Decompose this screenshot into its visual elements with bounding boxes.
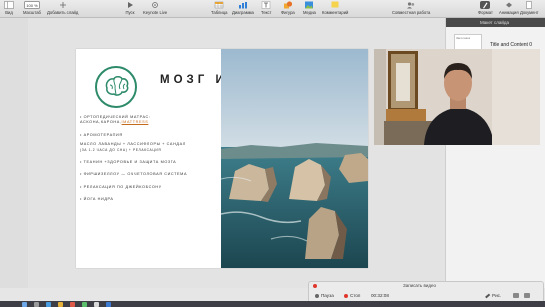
bullet-mattress: • ОРТОПЕДИЧЕСКИЙ МАТРАС: АСКОНА,КАРОНА,I… — [80, 115, 151, 125]
speaker-icon[interactable] — [513, 293, 519, 298]
table-button[interactable]: Таблица — [211, 1, 227, 15]
draw-button[interactable]: Рис. — [485, 293, 501, 298]
chart-button[interactable]: Диаграмма — [232, 1, 254, 15]
text-button[interactable]: Текст — [261, 1, 272, 15]
stop-button[interactable]: Стоп — [344, 293, 360, 298]
format-icon — [480, 1, 491, 9]
finder-dock-icon[interactable] — [22, 302, 27, 307]
bullet-system: • ФИРШИЗЕЛЛОУ — ОЧЧЕТОЛОВАЯ СИСТЕМА — [80, 172, 188, 177]
zoom-value[interactable]: 100 % — [23, 1, 40, 9]
keynote-toolbar: Вид 100 % Масштаб Добавить слайд Пуск Ke… — [0, 0, 545, 18]
calendar-dock-icon[interactable] — [70, 302, 75, 307]
layout-thumbnail[interactable]: Заголовок — [454, 34, 482, 50]
media-icon — [305, 1, 314, 9]
sidebar-icon — [4, 1, 14, 9]
keynote-live-icon — [152, 2, 158, 8]
keynote-dock-icon[interactable] — [106, 302, 111, 307]
shape-button[interactable]: Фигура — [281, 1, 295, 15]
bullet-yoga: • ЙОГА НИДРА — [80, 197, 114, 202]
camera-icon[interactable] — [524, 293, 530, 298]
safari-dock-icon[interactable] — [46, 302, 51, 307]
launchpad-dock-icon[interactable] — [34, 302, 39, 307]
close-icon[interactable] — [313, 284, 317, 288]
photos-dock-icon[interactable] — [94, 302, 99, 307]
zoom-select[interactable]: 100 % Масштаб — [23, 1, 41, 15]
document-icon — [526, 1, 533, 9]
messages-dock-icon[interactable] — [82, 302, 87, 307]
animate-icon — [505, 2, 512, 8]
comment-icon — [331, 1, 339, 8]
bullet-theanine: • ТЕАНИН +ЗДОРОВЬЕ И ЗАЩИТА МОЗГА — [80, 160, 177, 165]
bullet-relaxation: • РЕЛАКСАЦИЯ ПО ДЖЕЙКОБСОНУ — [80, 184, 162, 189]
recorder-title: Записать видео — [403, 283, 437, 288]
view-button[interactable]: Вид — [4, 1, 14, 15]
document-button[interactable]: Документ — [520, 1, 539, 15]
add-slide-button[interactable]: Добавить слайд — [47, 1, 78, 15]
collaborate-icon — [407, 2, 415, 9]
bullet-oils: МАСЛО ЛАВАНДЫ + ЛАССИФЛОРЫ + САНДАЛ (ЗА … — [80, 142, 186, 152]
coast-photo — [221, 49, 368, 268]
imattress-link[interactable]: IMATTRESS — [122, 120, 149, 124]
notes-dock-icon[interactable] — [58, 302, 63, 307]
format-button[interactable]: Формат — [478, 1, 493, 15]
layout-name[interactable]: Title and Content 0 — [490, 42, 532, 48]
slide[interactable]: МОЗГ И СОН • ОРТОПЕДИЧЕСКИЙ МАТРАС: АСКО… — [76, 49, 368, 268]
play-button[interactable]: Пуск — [125, 1, 135, 15]
recording-timer: 00:32:08 — [371, 293, 389, 298]
shape-icon — [283, 1, 292, 9]
brain-logo-icon — [95, 66, 137, 108]
keynote-live-button[interactable]: Keynote Live — [143, 1, 167, 15]
table-icon — [214, 1, 224, 9]
collaborate-button[interactable]: Совместная работа — [392, 1, 430, 15]
slide-body[interactable]: • ОРТОПЕДИЧЕСКИЙ МАТРАС: АСКОНА,КАРОНА,I… — [80, 115, 222, 210]
comment-button[interactable]: Комментарий — [322, 1, 348, 15]
text-icon — [262, 1, 271, 9]
pause-button[interactable]: Пауза — [315, 293, 334, 298]
play-icon — [128, 2, 133, 8]
bullet-aromatherapy: • АРОМОТЕРАПИЯ — [80, 132, 123, 137]
animate-button[interactable]: Анимация — [499, 1, 519, 15]
sidebar-header: Макет слайда — [446, 18, 545, 27]
media-button[interactable]: Медиа — [303, 1, 316, 15]
screen-recorder-panel: Записать видео Пауза Стоп 00:32:08 Рис. — [308, 281, 544, 303]
chart-icon — [238, 2, 247, 9]
webcam-video — [374, 49, 540, 145]
slide-navigator[interactable] — [0, 18, 28, 288]
stop-icon — [344, 293, 348, 298]
plus-icon — [59, 2, 66, 8]
pencil-icon — [485, 293, 490, 298]
pause-icon — [315, 293, 319, 298]
